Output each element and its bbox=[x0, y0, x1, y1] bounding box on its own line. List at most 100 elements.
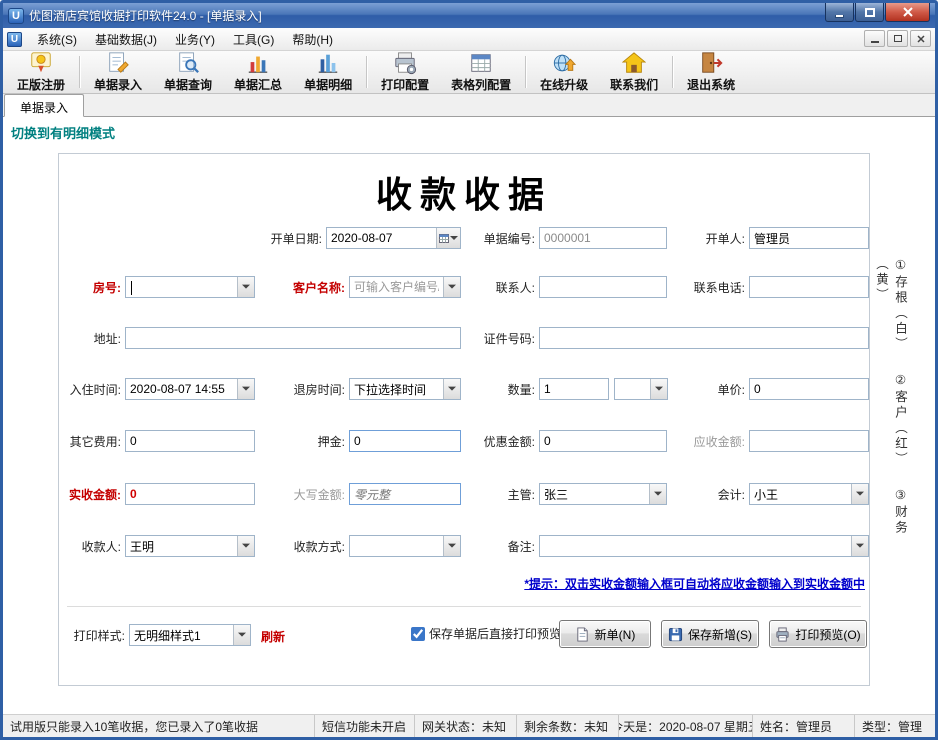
customer-input[interactable] bbox=[350, 277, 443, 297]
remark-input[interactable] bbox=[540, 536, 851, 556]
customer-combo[interactable] bbox=[349, 276, 461, 298]
payment-method-combo[interactable] bbox=[349, 535, 461, 557]
field-phone: 联系电话: bbox=[671, 276, 869, 298]
checkin-time-combo[interactable] bbox=[125, 378, 255, 400]
remark-combo[interactable] bbox=[539, 535, 869, 557]
operator-input[interactable] bbox=[749, 227, 869, 249]
chevron-down-icon[interactable] bbox=[851, 536, 868, 556]
payment-method-input[interactable] bbox=[350, 536, 443, 556]
save-new-button[interactable]: 保存新增(S) bbox=[661, 620, 759, 648]
print-preview-button[interactable]: 打印预览(O) bbox=[769, 620, 867, 648]
register-icon bbox=[29, 51, 53, 75]
accountant-combo[interactable] bbox=[749, 483, 869, 505]
toolbar-contact-button[interactable]: 联系我们 bbox=[599, 51, 669, 93]
minimize-button[interactable] bbox=[825, 3, 854, 22]
quantity-unit-input[interactable] bbox=[615, 379, 650, 399]
chevron-down-icon[interactable] bbox=[649, 484, 666, 504]
supervisor-combo[interactable] bbox=[539, 483, 667, 505]
mdi-child-icon: U bbox=[7, 32, 22, 47]
maximize-button[interactable] bbox=[855, 3, 884, 22]
checkin-time-input[interactable] bbox=[126, 379, 237, 399]
mdi-minimize-button[interactable] bbox=[864, 30, 885, 47]
chevron-down-icon[interactable] bbox=[650, 379, 667, 399]
amount-in-words-input[interactable] bbox=[349, 483, 461, 505]
checkout-time-input[interactable] bbox=[350, 379, 443, 399]
accountant-input[interactable] bbox=[750, 484, 851, 504]
room-no-combo[interactable] bbox=[125, 276, 255, 298]
chevron-down-icon[interactable] bbox=[237, 536, 254, 556]
print-config-icon bbox=[393, 51, 417, 75]
mdi-restore-icon bbox=[894, 35, 902, 42]
received-amount-input[interactable] bbox=[125, 483, 255, 505]
refresh-link[interactable]: 刷新 bbox=[261, 628, 285, 645]
print-preview-checkbox[interactable] bbox=[411, 627, 425, 641]
tab-entry[interactable]: 单据录入 bbox=[4, 94, 84, 117]
chevron-down-icon[interactable] bbox=[237, 379, 254, 399]
bill-date-combo[interactable] bbox=[326, 227, 461, 249]
checkin-time-label: 入住时间: bbox=[59, 381, 121, 398]
quantity-input[interactable] bbox=[539, 378, 609, 400]
upgrade-icon bbox=[552, 51, 576, 75]
checkout-time-label: 退房时间: bbox=[259, 381, 345, 398]
toolbar-print-config-button[interactable]: 打印配置 bbox=[370, 51, 440, 93]
chevron-down-icon[interactable] bbox=[443, 277, 460, 297]
double-click-tip-link[interactable]: *提示：双击实收金额输入框可自动将应收金额输入到实收金额中 bbox=[524, 575, 865, 592]
field-deposit: 押金: bbox=[259, 430, 461, 452]
print-style-combo[interactable] bbox=[129, 624, 251, 646]
chevron-down-icon[interactable] bbox=[443, 536, 460, 556]
menu-system[interactable]: 系统(S) bbox=[28, 28, 86, 51]
menu-help[interactable]: 帮助(H) bbox=[283, 28, 342, 51]
discount-amount-label: 优惠金额: bbox=[465, 433, 535, 450]
phone-input[interactable] bbox=[749, 276, 869, 298]
operator-label: 开单人: bbox=[671, 230, 745, 247]
bill-no-input[interactable] bbox=[539, 227, 667, 249]
mdi-restore-button[interactable] bbox=[887, 30, 908, 47]
menu-business[interactable]: 业务(Y) bbox=[166, 28, 224, 51]
switch-mode-link[interactable]: 切换到有明细模式 bbox=[11, 123, 115, 142]
copy-customer-red: ②客户（红） bbox=[893, 372, 907, 468]
chevron-down-icon[interactable] bbox=[233, 625, 250, 645]
print-style-input[interactable] bbox=[130, 625, 233, 645]
supervisor-input[interactable] bbox=[540, 484, 649, 504]
field-receivable-amount: 应收金额: bbox=[671, 430, 869, 452]
calendar-icon bbox=[439, 233, 449, 243]
chevron-down-icon[interactable] bbox=[851, 484, 868, 504]
menu-tools[interactable]: 工具(G) bbox=[224, 28, 283, 51]
toolbar-table-config-button[interactable]: 表格列配置 bbox=[440, 51, 522, 93]
toolbar-exit-button[interactable]: 退出系统 bbox=[676, 51, 746, 93]
deposit-input[interactable] bbox=[349, 430, 461, 452]
discount-amount-input[interactable] bbox=[539, 430, 667, 452]
quantity-label: 数量: bbox=[465, 381, 535, 398]
main-area: 切换到有明细模式 收款收据 开单日期: 单据编号: 开单人: bbox=[3, 117, 935, 714]
id-number-label: 证件号码: bbox=[465, 330, 535, 347]
other-fee-input[interactable] bbox=[125, 430, 255, 452]
payee-combo[interactable] bbox=[125, 535, 255, 557]
new-bill-button[interactable]: 新单(N) bbox=[559, 620, 651, 648]
menu-basedata[interactable]: 基础数据(J) bbox=[86, 28, 166, 51]
field-received-amount: 实收金额: bbox=[59, 483, 255, 505]
contact-input[interactable] bbox=[539, 276, 667, 298]
toolbar-detail-button[interactable]: 单据明细 bbox=[293, 51, 363, 93]
toolbar-register-button[interactable]: 正版注册 bbox=[6, 51, 76, 93]
checkout-time-combo[interactable] bbox=[349, 378, 461, 400]
address-label: 地址: bbox=[59, 330, 121, 347]
calendar-dropdown-icon[interactable] bbox=[436, 228, 460, 248]
phone-label: 联系电话: bbox=[671, 279, 745, 296]
receivable-amount-label: 应收金额: bbox=[671, 433, 745, 450]
chevron-down-icon[interactable] bbox=[443, 379, 460, 399]
toolbar-summary-button[interactable]: 单据汇总 bbox=[223, 51, 293, 93]
quantity-unit-combo[interactable] bbox=[614, 378, 668, 400]
room-no-input[interactable] bbox=[126, 277, 237, 297]
address-input[interactable] bbox=[125, 327, 461, 349]
toolbar-upgrade-button[interactable]: 在线升级 bbox=[529, 51, 599, 93]
mdi-close-button[interactable] bbox=[910, 30, 931, 47]
unit-price-input[interactable] bbox=[749, 378, 869, 400]
bill-date-input[interactable] bbox=[327, 228, 436, 248]
payee-input[interactable] bbox=[126, 536, 237, 556]
receivable-amount-input[interactable] bbox=[749, 430, 869, 452]
toolbar-query-button[interactable]: 单据查询 bbox=[153, 51, 223, 93]
chevron-down-icon[interactable] bbox=[237, 277, 254, 297]
id-number-input[interactable] bbox=[539, 327, 869, 349]
close-button[interactable] bbox=[885, 3, 930, 22]
toolbar-entry-button[interactable]: 单据录入 bbox=[83, 51, 153, 93]
